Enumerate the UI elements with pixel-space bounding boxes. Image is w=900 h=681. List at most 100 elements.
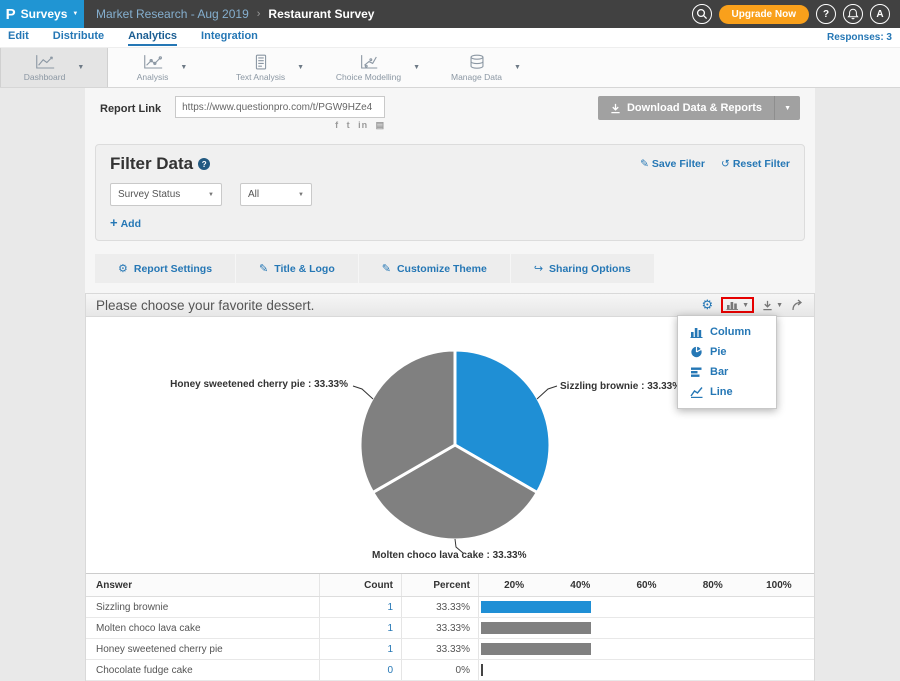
filter-data-panel: Filter Data ? ✎Save Filter ↺Reset Filter… xyxy=(95,144,805,241)
answer-cell: Honey sweetened cherry pie xyxy=(86,644,319,655)
filter-field-value: Survey Status xyxy=(118,189,180,200)
gear-icon: ⚙ xyxy=(118,262,128,275)
count-link[interactable]: 1 xyxy=(387,623,393,634)
upgrade-now-button[interactable]: Upgrade Now xyxy=(719,5,809,24)
toolbar-label: Manage Data xyxy=(451,72,502,82)
toolbar-item-dashboard[interactable]: Dashboard ▼ xyxy=(0,48,108,87)
chevron-down-icon: ▼ xyxy=(72,11,78,17)
download-options-caret[interactable]: ▼ xyxy=(774,96,800,120)
linkedin-icon[interactable]: in xyxy=(358,120,368,130)
header-answer: Answer xyxy=(86,580,319,591)
download-data-reports-button[interactable]: Download Data & Reports ▼ xyxy=(598,96,800,120)
table-row: Honey sweetened cherry pie 1 33.33% xyxy=(86,639,814,660)
count-link[interactable]: 1 xyxy=(387,602,393,613)
embed-icon[interactable]: ▤ xyxy=(376,120,386,130)
label-connector xyxy=(353,386,373,399)
breadcrumb-separator: › xyxy=(257,8,261,20)
filter-field-select[interactable]: Survey Status ▼ xyxy=(110,183,222,206)
pie-label-molten: Molten choco lava cake : 33.33% xyxy=(372,550,527,561)
chevron-down-icon[interactable]: ▼ xyxy=(180,64,187,71)
add-filter-button[interactable]: +Add xyxy=(110,215,790,230)
filter-data-title: Filter Data xyxy=(110,154,193,174)
notifications-button[interactable] xyxy=(843,4,863,24)
percent-bar xyxy=(481,643,591,655)
percent-scale: 20%40%60%80%100% xyxy=(481,580,812,591)
percent-cell: 33.33% xyxy=(401,597,478,617)
questionpro-logo: P xyxy=(6,6,16,23)
table-header-row: Answer Count Percent 20%40%60%80%100% xyxy=(86,574,814,597)
help-badge-icon[interactable]: ? xyxy=(198,158,210,170)
percent-cell: 0% xyxy=(401,660,478,680)
facebook-icon[interactable]: f xyxy=(335,120,339,130)
chart-settings-gear-icon[interactable]: ⚙ xyxy=(701,297,713,313)
menu-item-column[interactable]: Column xyxy=(678,322,776,342)
percent-cell: 33.33% xyxy=(401,618,478,638)
nav-item-integration[interactable]: Integration xyxy=(201,30,258,44)
nav-item-analytics[interactable]: Analytics xyxy=(128,30,177,46)
search-icon xyxy=(696,8,708,20)
chart-type-icon[interactable] xyxy=(726,300,739,310)
breadcrumb: Market Research - Aug 2019 › Restaurant … xyxy=(96,7,374,21)
tab-customize-theme[interactable]: ✎Customize Theme xyxy=(359,254,510,283)
nav-item-distribute[interactable]: Distribute xyxy=(53,30,104,44)
document-icon xyxy=(250,54,272,71)
chevron-down-icon[interactable]: ▼ xyxy=(297,64,304,71)
chevron-down-icon: ▼ xyxy=(208,192,214,198)
percent-bar xyxy=(481,664,483,676)
answer-cell: Chocolate fudge cake xyxy=(86,665,319,676)
question-title: Please choose your favorite dessert. xyxy=(96,298,314,313)
percent-bar xyxy=(481,601,591,613)
answer-cell: Sizzling brownie xyxy=(86,602,319,613)
top-navbar: P Surveys ▼ Market Research - Aug 2019 ›… xyxy=(0,0,900,28)
nav-item-edit[interactable]: Edit xyxy=(8,30,29,44)
twitter-icon[interactable]: t xyxy=(347,120,351,130)
header-count: Count xyxy=(319,574,401,596)
report-link-input[interactable] xyxy=(175,96,385,118)
chevron-down-icon: ▼ xyxy=(298,192,304,198)
tab-sharing-options[interactable]: ↪Sharing Options xyxy=(511,254,654,283)
table-row: Molten choco lava cake 1 33.33% xyxy=(86,618,814,639)
annotation-highlight: ▼ xyxy=(721,297,754,313)
help-button[interactable]: ? xyxy=(816,4,836,24)
menu-item-pie[interactable]: Pie xyxy=(678,342,776,362)
menu-item-line[interactable]: Line xyxy=(678,382,776,402)
chevron-down-icon[interactable]: ▼ xyxy=(514,64,521,71)
filter-value-value: All xyxy=(248,189,259,200)
reset-filter-button[interactable]: ↺Reset Filter xyxy=(721,158,790,170)
tab-title-logo[interactable]: ✎Title & Logo xyxy=(236,254,358,283)
toolbar-item-manage-data[interactable]: Manage Data ▼ xyxy=(432,48,540,87)
edit-icon: ✎ xyxy=(382,262,391,275)
menu-item-bar[interactable]: Bar xyxy=(678,362,776,382)
count-link[interactable]: 1 xyxy=(387,644,393,655)
count-link[interactable]: 0 xyxy=(387,665,393,676)
table-row: Chocolate fudge cake 0 0% xyxy=(86,660,814,681)
toolbar-item-text-analysis[interactable]: Text Analysis ▼ xyxy=(216,48,324,87)
save-filter-button[interactable]: ✎Save Filter xyxy=(640,158,705,170)
brand-menu[interactable]: P Surveys ▼ xyxy=(0,0,84,28)
chevron-down-icon[interactable]: ▼ xyxy=(413,64,420,71)
results-table: Answer Count Percent 20%40%60%80%100% Si… xyxy=(86,573,814,681)
search-button[interactable] xyxy=(692,4,712,24)
table-row: Sizzling brownie 1 33.33% xyxy=(86,597,814,618)
report-tabs: ⚙Report Settings ✎Title & Logo ✎Customiz… xyxy=(95,254,805,283)
toolbar-item-choice-modelling[interactable]: Choice Modelling ▼ xyxy=(324,48,432,87)
breadcrumb-parent[interactable]: Market Research - Aug 2019 xyxy=(96,7,249,21)
chart-type-caret[interactable]: ▼ xyxy=(742,302,749,309)
answer-cell: Molten choco lava cake xyxy=(86,623,319,634)
share-forward-icon[interactable] xyxy=(791,299,804,311)
share-icon: ↪ xyxy=(534,262,543,275)
tab-report-settings[interactable]: ⚙Report Settings xyxy=(95,254,235,283)
edit-icon: ✎ xyxy=(640,158,649,170)
analytics-toolbar: Dashboard ▼ Analysis ▼ Text Analysis ▼ C… xyxy=(0,47,900,88)
toolbar-label: Choice Modelling xyxy=(336,72,401,82)
report-content-area: Report Link f t in ▤ Download Data & Rep… xyxy=(85,88,815,681)
avatar[interactable]: A xyxy=(870,4,890,24)
chart-download-button[interactable]: ▼ xyxy=(762,300,783,311)
toolbar-item-analysis[interactable]: Analysis ▼ xyxy=(108,48,216,87)
chevron-down-icon[interactable]: ▼ xyxy=(77,64,84,71)
line-chart-icon xyxy=(690,386,703,398)
responses-count[interactable]: Responses: 3 xyxy=(827,30,892,43)
percent-bar xyxy=(481,622,591,634)
filter-value-select[interactable]: All ▼ xyxy=(240,183,312,206)
column-chart-icon xyxy=(690,326,703,338)
